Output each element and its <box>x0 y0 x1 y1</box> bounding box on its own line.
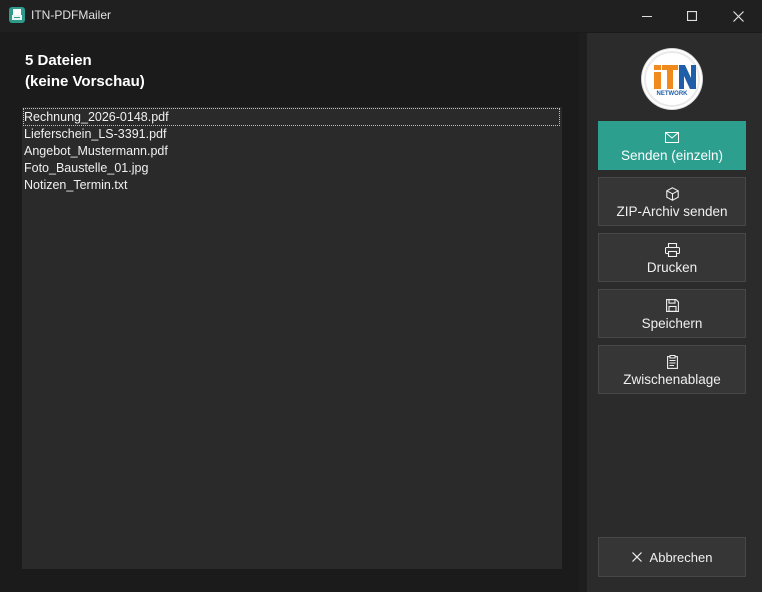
logo-wordmark: NETWORK <box>657 91 689 97</box>
send-zip-label: ZIP-Archiv senden <box>616 204 728 219</box>
cancel-button[interactable]: Abbrechen <box>598 537 746 577</box>
send-single-label: Senden (einzeln) <box>620 148 724 163</box>
send-single-button[interactable]: Senden (einzeln) <box>598 121 746 170</box>
file-list-item[interactable]: Notizen_Termin.txt <box>24 177 559 193</box>
file-list-item[interactable]: Angebot_Mustermann.pdf <box>24 143 559 159</box>
itn-network-logo: NETWORK <box>642 49 702 109</box>
send-zip-button[interactable]: ZIP-Archiv senden <box>598 177 746 226</box>
file-list-item[interactable]: Rechnung_2026-0148.pdf <box>23 108 560 126</box>
app-icon <box>9 7 25 23</box>
clipboard-label: Zwischenablage <box>623 372 721 387</box>
minimize-icon <box>642 16 652 17</box>
save-label: Speichern <box>641 316 703 331</box>
clipboard-icon <box>666 354 678 369</box>
minimize-button[interactable] <box>624 0 670 32</box>
close-icon <box>631 552 642 562</box>
close-icon <box>732 10 744 22</box>
window-title: ITN-PDFMailer <box>31 8 111 22</box>
file-summary-heading: 5 Dateien (keine Vorschau) <box>25 50 145 92</box>
save-button[interactable]: Speichern <box>598 289 746 338</box>
file-list-item[interactable]: Foto_Baustelle_01.jpg <box>24 160 559 176</box>
cancel-label: Abbrechen <box>649 549 713 565</box>
file-list[interactable]: Rechnung_2026-0148.pdf Lieferschein_LS-3… <box>22 107 562 569</box>
print-label: Drucken <box>646 260 698 275</box>
file-list-item[interactable]: Lieferschein_LS-3391.pdf <box>24 126 559 142</box>
close-window-button[interactable] <box>715 0 761 32</box>
maximize-icon <box>687 11 697 21</box>
print-button[interactable]: Drucken <box>598 233 746 282</box>
printer-icon <box>664 242 680 257</box>
save-icon <box>665 298 679 313</box>
title-bar: ITN-PDFMailer <box>0 0 762 33</box>
mail-icon <box>665 130 679 145</box>
package-icon <box>665 186 679 201</box>
preview-status-label: (keine Vorschau) <box>25 73 145 90</box>
clipboard-button[interactable]: Zwischenablage <box>598 345 746 394</box>
file-count-label: 5 Dateien <box>25 52 92 69</box>
maximize-button[interactable] <box>669 0 715 32</box>
